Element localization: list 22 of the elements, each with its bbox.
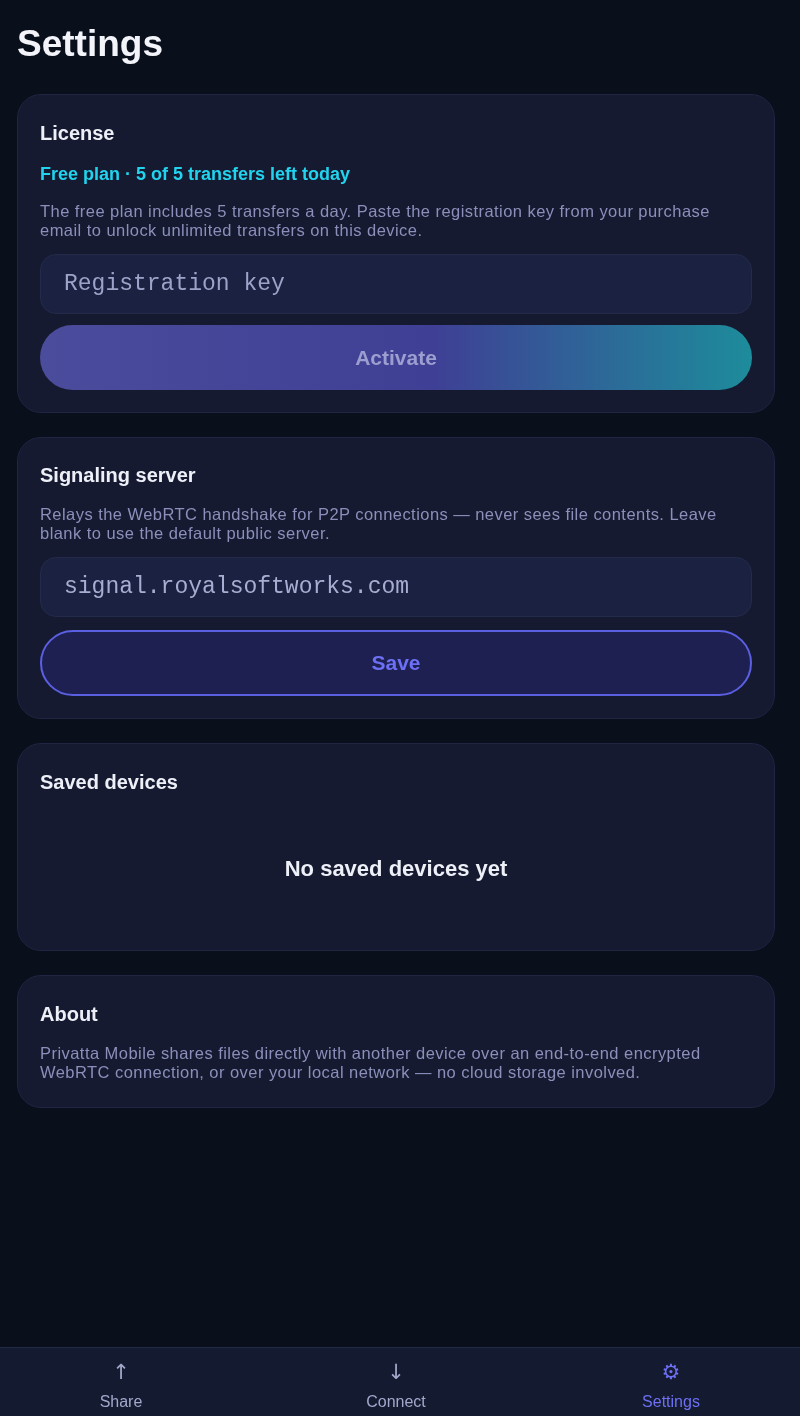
- save-button[interactable]: Save: [40, 630, 752, 696]
- page-title: Settings: [17, 22, 163, 66]
- tab-icon: ↓: [387, 1360, 405, 1384]
- card-title: License: [40, 121, 115, 146]
- tab-icon: ↑: [112, 1360, 130, 1384]
- server-address-field[interactable]: signal.royalsoftworks.com: [40, 557, 752, 617]
- card-title: Signaling server: [40, 463, 196, 488]
- card-title: About: [40, 1002, 98, 1027]
- tab-icon: ⚙: [661, 1360, 681, 1384]
- card-description: The free plan includes 5 transfers a day. Paste the registration key from your purchase email to unlock unlimited transfers on this device.: [40, 202, 711, 240]
- tab[interactable]: ↑ Share: [11, 1360, 231, 1412]
- tab[interactable]: ↓ Connect: [286, 1360, 506, 1412]
- card-description: Privatta Mobile shares files directly with another device over an end-to-end encrypted WebRTC connection, or over your local network — no cloud storage involved.: [40, 1044, 702, 1082]
- plan-status: Free plan · 5 of 5 transfers left today: [40, 163, 351, 186]
- registration-key-field[interactable]: Registration key: [40, 254, 752, 314]
- empty-message: No saved devices yet: [284, 855, 508, 883]
- tab-label: Settings: [642, 1392, 700, 1412]
- tab-label: Share: [99, 1392, 143, 1412]
- tab[interactable]: ⚙ Settings: [561, 1360, 781, 1412]
- tab-label: Connect: [366, 1392, 426, 1412]
- card-title: Saved devices: [40, 770, 178, 795]
- card-description: Relays the WebRTC handshake for P2P connections — never sees file contents. Leave blank to use the default public server.: [40, 505, 718, 543]
